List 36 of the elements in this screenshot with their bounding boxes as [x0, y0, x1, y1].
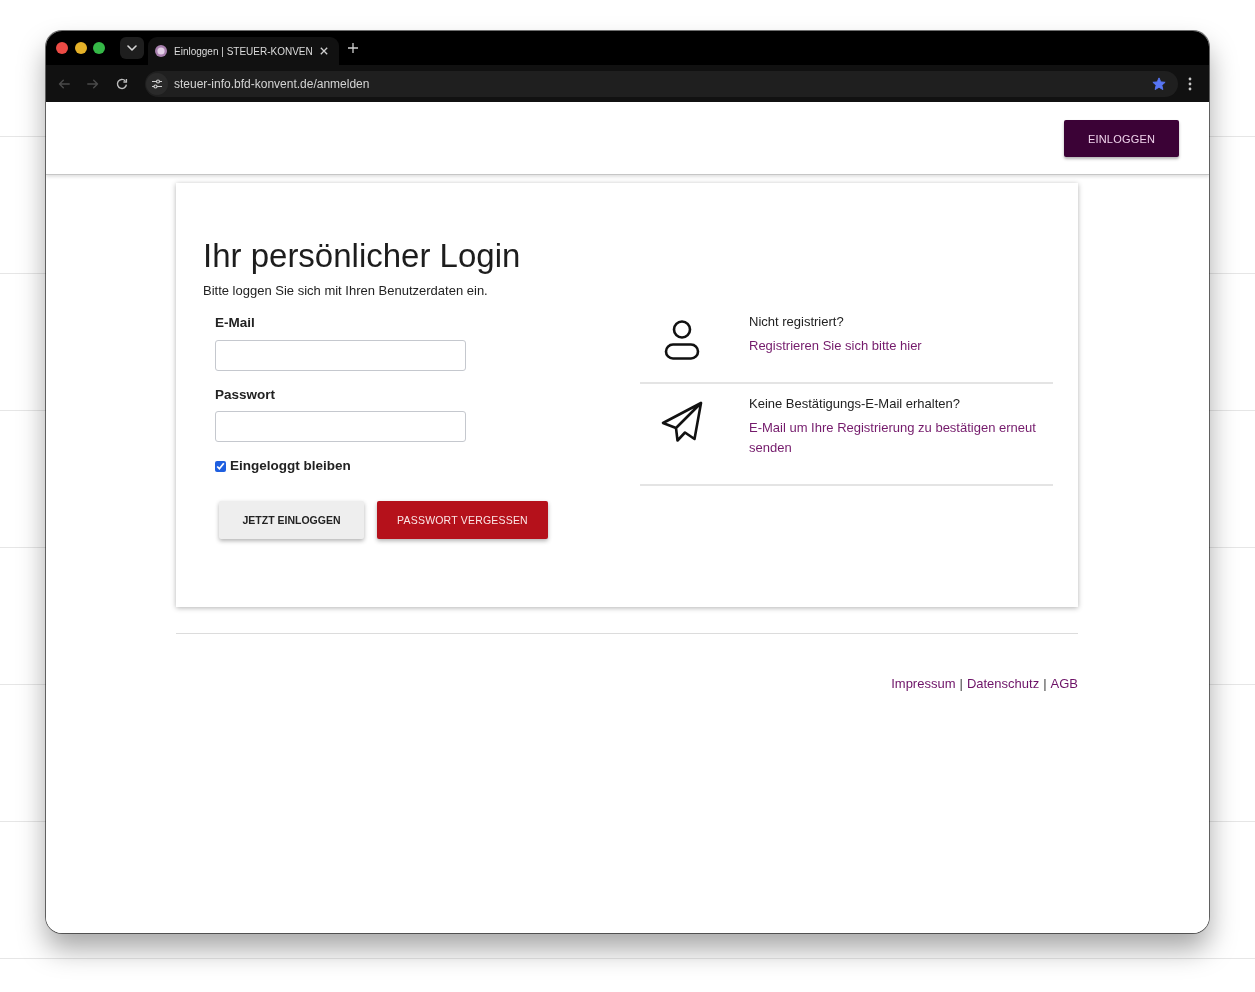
reload-icon[interactable] [116, 77, 128, 90]
paper-plane-icon [661, 401, 703, 443]
minimize-window-icon[interactable] [74, 42, 87, 54]
plus-icon[interactable] [347, 43, 358, 53]
field-label: Passwort [215, 386, 276, 404]
page-title: Ihr persönlicher Login [203, 236, 521, 276]
favicon-icon [155, 45, 167, 57]
link-separator: | [959, 675, 963, 693]
footer-link[interactable]: AGB [1050, 674, 1078, 694]
forgot-password-button[interactable]: PASSWORT VERGESSEN [377, 501, 548, 539]
person-icon [664, 320, 700, 360]
login-submit-button[interactable]: JETZT EINLOGGEN [219, 501, 364, 539]
register-link[interactable]: Registrieren Sie sich bitte hier [749, 336, 1049, 356]
footer-link[interactable]: Datenschutz [966, 674, 1040, 694]
sliders-icon[interactable] [146, 72, 168, 95]
help-question: Nicht registriert? [749, 313, 845, 331]
caret-icon [127, 45, 137, 51]
tab-list-button[interactable] [120, 37, 144, 59]
close-window-icon[interactable] [56, 42, 68, 54]
help-question: Keine Bestätigungs-E-Mail erhalten? [749, 395, 961, 413]
footer-link[interactable]: Impressum [891, 674, 956, 694]
more-menu-icon[interactable] [1188, 76, 1192, 91]
link-separator: | [1043, 675, 1047, 693]
resend-email-link[interactable]: E-Mail um Ihre Registrierung zu bestätigen erneut senden [749, 418, 1049, 458]
page-subtitle: Bitte loggen Sie sich mit Ihren Benutzerdaten ein. [203, 282, 488, 300]
star-icon[interactable] [1152, 76, 1166, 91]
remember-checkbox[interactable] [215, 460, 226, 472]
login-button[interactable]: EINLOGGEN [1064, 120, 1179, 157]
password-field[interactable] [215, 411, 466, 442]
maximize-window-icon[interactable] [93, 42, 105, 54]
email-field[interactable] [215, 340, 466, 371]
address-bar[interactable]: steuer-info.bfd-konvent.de/anmelden [145, 70, 1178, 97]
browser-tab[interactable]: Einloggen | STEUER-KONVEN [148, 37, 339, 65]
close-icon[interactable] [319, 47, 328, 55]
field-label: E-Mail [215, 314, 255, 332]
checkbox-label: Eingeloggt bleiben [230, 457, 351, 475]
